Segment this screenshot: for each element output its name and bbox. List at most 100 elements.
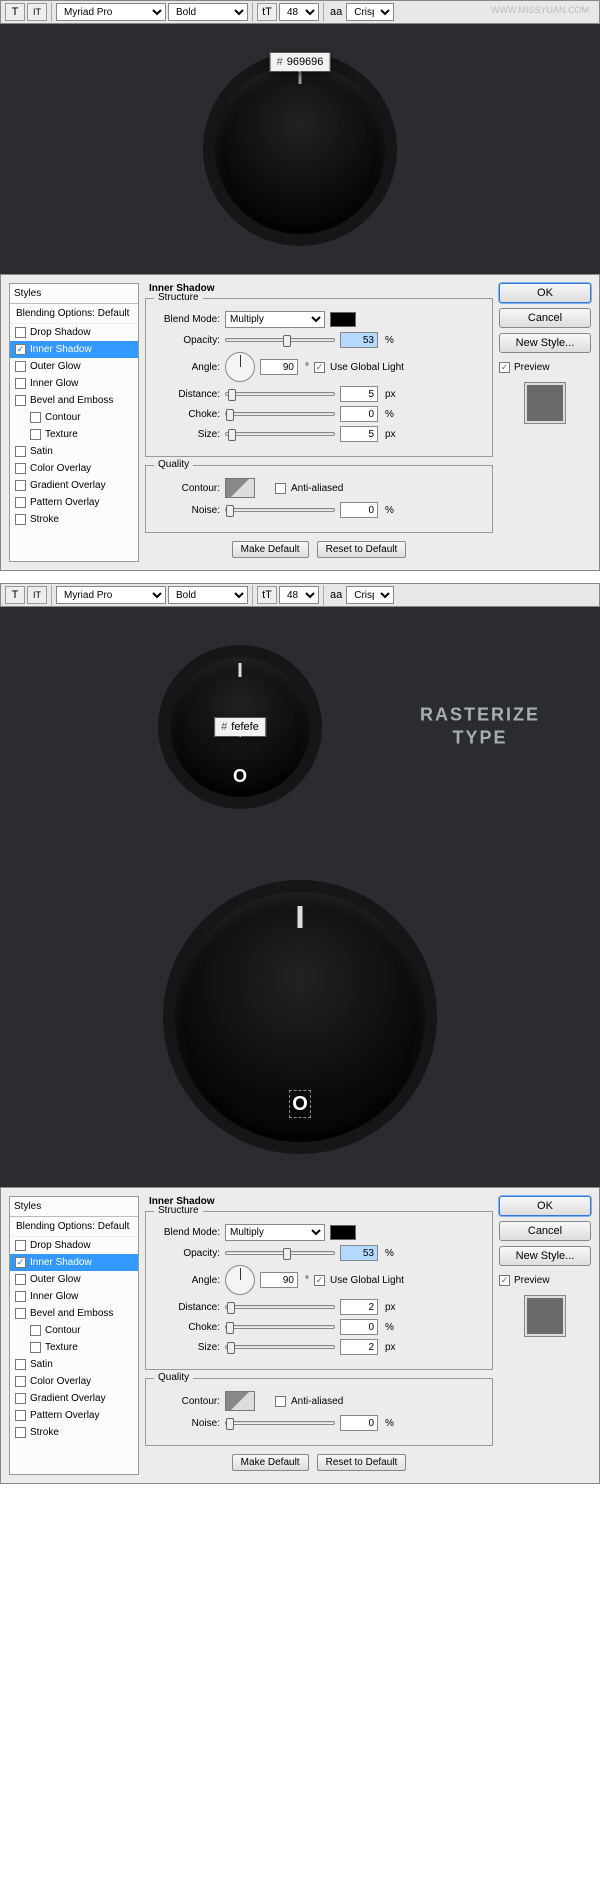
style-item-outer-glow[interactable]: Outer Glow (10, 358, 138, 375)
font-family-select[interactable]: Myriad Pro (56, 3, 166, 21)
new-style-button[interactable]: New Style... (499, 333, 591, 353)
style-checkbox[interactable] (15, 497, 26, 508)
opacity-slider[interactable] (225, 1251, 335, 1255)
font-family-select[interactable]: Myriad Pro (56, 586, 166, 604)
aa-select[interactable]: Crisp (346, 586, 394, 604)
style-checkbox[interactable] (15, 378, 26, 389)
style-checkbox[interactable] (15, 1410, 26, 1421)
size-slider[interactable] (225, 432, 335, 436)
style-checkbox[interactable] (15, 514, 26, 525)
choke-input[interactable] (340, 406, 378, 422)
style-checkbox[interactable] (15, 327, 26, 338)
global-light-checkbox[interactable]: ✓ (314, 1275, 325, 1286)
style-item-satin[interactable]: Satin (10, 1356, 138, 1373)
style-item-pattern-overlay[interactable]: Pattern Overlay (10, 1407, 138, 1424)
style-item-stroke[interactable]: Stroke (10, 1424, 138, 1441)
text-orient2-icon[interactable]: IT (27, 3, 47, 21)
style-item-inner-glow[interactable]: Inner Glow (10, 1288, 138, 1305)
style-checkbox[interactable] (15, 1291, 26, 1302)
style-item-contour[interactable]: Contour (10, 1322, 138, 1339)
style-checkbox[interactable] (15, 1359, 26, 1370)
preview-checkbox[interactable]: ✓ (499, 362, 510, 373)
style-checkbox[interactable] (15, 1240, 26, 1251)
choke-slider[interactable] (225, 412, 335, 416)
blending-options[interactable]: Blending Options: Default (10, 1217, 138, 1237)
opacity-input[interactable] (340, 332, 378, 348)
style-checkbox[interactable] (15, 463, 26, 474)
style-checkbox[interactable] (15, 1274, 26, 1285)
knob-o-transform-handles[interactable]: O (289, 1090, 311, 1118)
style-checkbox[interactable] (30, 1325, 41, 1336)
opacity-slider[interactable] (225, 338, 335, 342)
make-default-button[interactable]: Make Default (232, 1454, 309, 1471)
aa-select[interactable]: Crisp (346, 3, 394, 21)
style-checkbox[interactable] (15, 1393, 26, 1404)
style-item-satin[interactable]: Satin (10, 443, 138, 460)
style-checkbox[interactable] (15, 395, 26, 406)
size-slider[interactable] (225, 1345, 335, 1349)
text-orient2-icon[interactable]: IT (27, 586, 47, 604)
style-item-contour[interactable]: Contour (10, 409, 138, 426)
style-item-bevel-and-emboss[interactable]: Bevel and Emboss (10, 392, 138, 409)
style-item-stroke[interactable]: Stroke (10, 511, 138, 528)
style-item-gradient-overlay[interactable]: Gradient Overlay (10, 1390, 138, 1407)
style-checkbox[interactable] (30, 1342, 41, 1353)
choke-slider[interactable] (225, 1325, 335, 1329)
font-weight-select[interactable]: Bold (168, 3, 248, 21)
style-item-drop-shadow[interactable]: Drop Shadow (10, 1237, 138, 1254)
style-item-bevel-and-emboss[interactable]: Bevel and Emboss (10, 1305, 138, 1322)
text-orient-icon[interactable]: T (5, 586, 25, 604)
font-size-select[interactable]: 48 pt (279, 586, 319, 604)
ok-button[interactable]: OK (499, 1196, 591, 1216)
style-checkbox[interactable] (15, 1376, 26, 1387)
noise-input[interactable] (340, 1415, 378, 1431)
angle-dial[interactable] (225, 1265, 255, 1295)
size-input[interactable] (340, 426, 378, 442)
reset-default-button[interactable]: Reset to Default (317, 541, 407, 558)
style-checkbox[interactable] (30, 412, 41, 423)
antialias-checkbox[interactable] (275, 483, 286, 494)
shadow-color-swatch[interactable] (330, 1225, 356, 1240)
choke-input[interactable] (340, 1319, 378, 1335)
reset-default-button[interactable]: Reset to Default (317, 1454, 407, 1471)
make-default-button[interactable]: Make Default (232, 541, 309, 558)
distance-slider[interactable] (225, 1305, 335, 1309)
blend-mode-select[interactable]: Multiply (225, 1224, 325, 1241)
style-item-inner-shadow[interactable]: ✓Inner Shadow (10, 341, 138, 358)
style-checkbox[interactable]: ✓ (15, 344, 26, 355)
style-item-color-overlay[interactable]: Color Overlay (10, 1373, 138, 1390)
cancel-button[interactable]: Cancel (499, 308, 591, 328)
angle-input[interactable] (260, 1272, 298, 1288)
style-item-inner-glow[interactable]: Inner Glow (10, 375, 138, 392)
ok-button[interactable]: OK (499, 283, 591, 303)
distance-slider[interactable] (225, 392, 335, 396)
style-item-inner-shadow[interactable]: ✓Inner Shadow (10, 1254, 138, 1271)
blend-mode-select[interactable]: Multiply (225, 311, 325, 328)
contour-swatch[interactable] (225, 478, 255, 498)
noise-slider[interactable] (225, 1421, 335, 1425)
global-light-checkbox[interactable]: ✓ (314, 362, 325, 373)
antialias-checkbox[interactable] (275, 1396, 286, 1407)
style-checkbox[interactable] (15, 1427, 26, 1438)
distance-input[interactable] (340, 386, 378, 402)
opacity-input[interactable] (340, 1245, 378, 1261)
style-item-color-overlay[interactable]: Color Overlay (10, 460, 138, 477)
style-checkbox[interactable] (15, 1308, 26, 1319)
angle-input[interactable] (260, 359, 298, 375)
blending-options[interactable]: Blending Options: Default (10, 304, 138, 324)
style-item-texture[interactable]: Texture (10, 1339, 138, 1356)
shadow-color-swatch[interactable] (330, 312, 356, 327)
angle-dial[interactable] (225, 352, 255, 382)
new-style-button[interactable]: New Style... (499, 1246, 591, 1266)
style-checkbox[interactable] (15, 361, 26, 372)
text-orient-icon[interactable]: T (5, 3, 25, 21)
style-checkbox[interactable]: ✓ (15, 1257, 26, 1268)
style-item-outer-glow[interactable]: Outer Glow (10, 1271, 138, 1288)
contour-swatch[interactable] (225, 1391, 255, 1411)
noise-input[interactable] (340, 502, 378, 518)
font-weight-select[interactable]: Bold (168, 586, 248, 604)
distance-input[interactable] (340, 1299, 378, 1315)
style-item-gradient-overlay[interactable]: Gradient Overlay (10, 477, 138, 494)
font-size-select[interactable]: 48 pt (279, 3, 319, 21)
style-checkbox[interactable] (30, 429, 41, 440)
